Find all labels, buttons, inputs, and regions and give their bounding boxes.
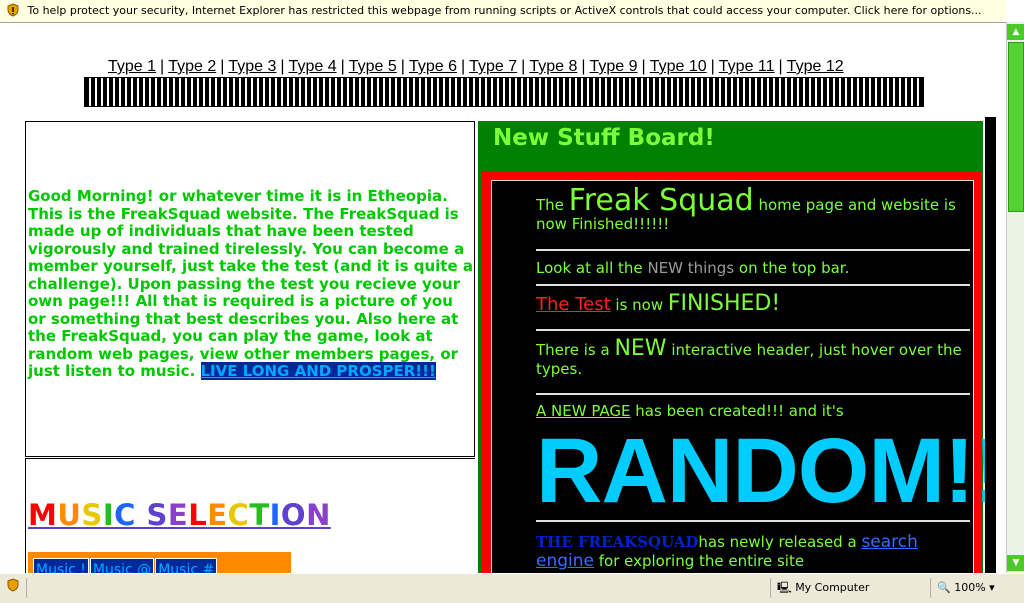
music-title-letter: L [188,498,208,532]
music-title-letter: O [280,498,307,532]
music-title-letter: N [306,498,331,532]
item3-mid: is now [610,296,668,314]
scroll-up-icon[interactable]: ▲ [1007,24,1024,40]
zoom-icon: 🔍 [937,581,951,594]
item1-big: Freak Squad [568,183,754,218]
nav-link-type-11[interactable]: Type 11 [719,58,775,75]
random-big-text: RANDOM!!! [536,420,1024,522]
live-long-link[interactable]: LIVE LONG AND PROSPER!!! [200,362,436,380]
board-red-frame: The Freak Squad home page and website is… [481,171,1024,591]
status-shield-cell [0,578,20,598]
music-title-letter: C [227,498,250,532]
item2-post: on the top bar. [734,259,850,277]
item6-bold: THE FREAKSQUAD [536,533,699,551]
nav-link-type-1[interactable]: Type 1 [108,58,156,75]
security-infobar[interactable]: To help protect your security, Internet … [0,0,1006,23]
music-title-letter: S [81,498,103,532]
scroll-down-icon[interactable]: ▼ [1007,555,1024,571]
item6-post: for exploring the entire site [593,552,805,570]
item2-pre: Look at all the [536,259,648,277]
zoom-control[interactable]: 🔍 100% ▾ [930,578,1017,598]
music-title-letter: C [114,498,136,532]
nav-separator: | [641,58,646,75]
music-title-letter: T [249,498,270,532]
divider [536,329,970,331]
item2-gray: NEW things [647,259,735,277]
shield-warning-icon [7,3,19,17]
nav-separator: | [400,58,405,75]
music-title-letter: E [167,498,189,532]
divider [536,249,970,251]
intro-text-block: Good Morning! or whatever time it is in … [28,187,474,381]
news-item-random: A NEW PAGE has been created!!! and it's [536,402,970,421]
music-title-letter: M [28,498,58,532]
news-item-topbar: Look at all the NEW things on the top ba… [536,259,970,278]
news-item-header: There is a NEW interactive header, just … [536,336,970,379]
vertical-scrollbar[interactable]: ▲ ▼ [1006,22,1024,573]
item1-pre: The [536,196,569,214]
news-item-search: THE FREAKSQUADhas newly released a searc… [536,533,970,571]
music-title-letter [136,498,147,532]
music-title-letter: S [146,498,168,532]
scroll-thumb[interactable] [1008,42,1024,212]
nav-separator: | [280,58,285,75]
divider [536,393,970,395]
new-stuff-board: New Stuff Board! The Freak Squad home pa… [478,121,1024,591]
divider [536,520,970,522]
nav-link-type-6[interactable]: Type 6 [409,58,457,75]
nav-link-type-10[interactable]: Type 10 [650,58,707,75]
nav-separator: | [220,58,225,75]
music-selection-title: MUSIC SELECTION [28,498,331,532]
nav-link-type-8[interactable]: Type 8 [529,58,577,75]
chevron-down-icon[interactable]: ▾ [989,581,995,594]
nav-separator: | [581,58,586,75]
nav-link-type-3[interactable]: Type 3 [228,58,276,75]
music-title-letter: U [57,498,82,532]
test-link[interactable]: The Test [536,294,611,315]
nav-separator: | [460,58,466,75]
infobar-message: To help protect your security, Internet … [27,4,982,17]
item6-mid: has newly released a [698,533,862,551]
item4-big: NEW [614,336,667,361]
music-title-letter: I [102,498,115,532]
interactive-header-images[interactable] [84,77,924,107]
nav-link-type-2[interactable]: Type 2 [168,58,216,75]
nav-link-type-4[interactable]: Type 4 [289,58,337,75]
zone-label: My Computer [795,581,870,594]
nav-separator: | [710,58,715,75]
item3-big: FINISHED! [667,291,781,316]
computer-icon: 🖳 [777,581,792,594]
board-content: The Freak Squad home page and website is… [491,180,1024,590]
news-item-finished: The Freak Squad home page and website is… [536,186,970,234]
news-item-test: The Test is now FINISHED! [536,291,970,316]
board-shadow-strip [985,117,996,573]
nav-link-type-12[interactable]: Type 12 [787,58,844,75]
status-bar: 🖳 My Computer 🔍 100% ▾ [0,573,1024,603]
shield-icon [7,578,19,592]
nav-link-type-9[interactable]: Type 9 [590,58,638,75]
nav-separator: | [340,58,345,75]
intro-panel: Good Morning! or whatever time it is in … [25,121,475,457]
music-title-letter: I [269,498,281,532]
security-zone: 🖳 My Computer [770,578,927,598]
status-text [26,578,773,598]
nav-separator: | [160,58,165,75]
nav-link-type-5[interactable]: Type 5 [349,58,397,75]
nav-separator: | [521,58,526,75]
intro-text: Good Morning! or whatever time it is in … [28,187,473,380]
type-nav: Type 1 | Type 2 | Type 3 | Type 4 | Type 5 | Type … [108,58,844,76]
music-title-letter: E [207,498,228,532]
item4-pre: There is a [536,341,615,359]
board-title: New Stuff Board! [493,125,715,151]
new-page-link[interactable]: A NEW PAGE [536,402,631,420]
item5-post: has been created!!! and it's [630,402,844,420]
zoom-label: 100% [954,581,986,594]
divider [536,284,970,286]
nav-separator: | [778,58,783,75]
nav-link-type-7[interactable]: Type 7 [469,58,517,75]
